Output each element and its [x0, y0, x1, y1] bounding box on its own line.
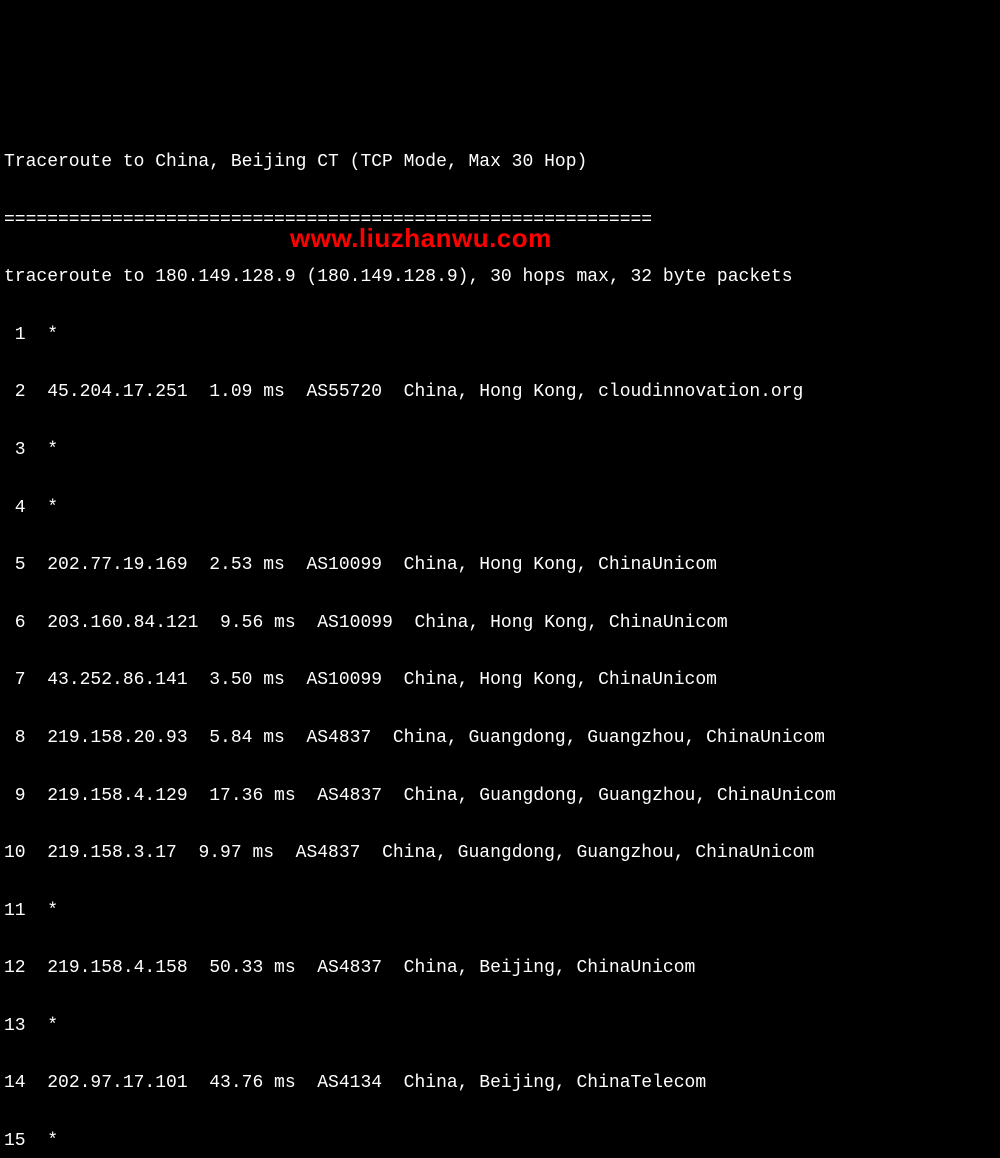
hop-row: 13 *	[4, 1012, 996, 1041]
hop-detail: *	[26, 498, 58, 518]
hop-row: 7 43.252.86.141 3.50 ms AS10099 China, H…	[4, 666, 996, 695]
hop-detail: 45.204.17.251 1.09 ms AS55720 China, Hon…	[26, 382, 804, 402]
hop-number: 12	[4, 958, 26, 978]
hop-detail: *	[26, 440, 58, 460]
hop-row: 1 *	[4, 321, 996, 350]
hop-number: 11	[4, 901, 26, 921]
hop-number: 2	[4, 382, 26, 402]
terminal-output: Traceroute to China, Beijing CT (TCP Mod…	[4, 119, 996, 1158]
hop-detail: *	[26, 1131, 58, 1151]
hop-number: 8	[4, 728, 26, 748]
hop-row: 11 *	[4, 897, 996, 926]
hop-detail: 202.77.19.169 2.53 ms AS10099 China, Hon…	[26, 555, 717, 575]
hop-detail: 43.252.86.141 3.50 ms AS10099 China, Hon…	[26, 670, 717, 690]
hop-row: 9 219.158.4.129 17.36 ms AS4837 China, G…	[4, 782, 996, 811]
hop-row: 14 202.97.17.101 43.76 ms AS4134 China, …	[4, 1069, 996, 1098]
hop-number: 10	[4, 843, 26, 863]
hop-row: 8 219.158.20.93 5.84 ms AS4837 China, Gu…	[4, 724, 996, 753]
hop-detail: *	[26, 1016, 58, 1036]
hop-row: 4 *	[4, 494, 996, 523]
hop-number: 14	[4, 1073, 26, 1093]
hop-detail: 219.158.3.17 9.97 ms AS4837 China, Guang…	[26, 843, 815, 863]
hop-number: 15	[4, 1131, 26, 1151]
hop-row: 5 202.77.19.169 2.53 ms AS10099 China, H…	[4, 551, 996, 580]
hop-row: 3 *	[4, 436, 996, 465]
hop-row: 12 219.158.4.158 50.33 ms AS4837 China, …	[4, 954, 996, 983]
hop-number: 13	[4, 1016, 26, 1036]
hop-detail: 202.97.17.101 43.76 ms AS4134 China, Bei…	[26, 1073, 707, 1093]
hop-detail: *	[26, 901, 58, 921]
hop-row: 2 45.204.17.251 1.09 ms AS55720 China, H…	[4, 378, 996, 407]
hop-number: 3	[4, 440, 26, 460]
hop-row: 6 203.160.84.121 9.56 ms AS10099 China, …	[4, 609, 996, 638]
hop-detail: 203.160.84.121 9.56 ms AS10099 China, Ho…	[26, 613, 728, 633]
hop-row: 15 *	[4, 1127, 996, 1156]
hop-row: 10 219.158.3.17 9.97 ms AS4837 China, Gu…	[4, 839, 996, 868]
hop-detail: 219.158.20.93 5.84 ms AS4837 China, Guan…	[26, 728, 825, 748]
hop-number: 4	[4, 498, 26, 518]
traceroute-cmdline: traceroute to 180.149.128.9 (180.149.128…	[4, 263, 996, 292]
hop-detail: *	[26, 325, 58, 345]
hop-detail: 219.158.4.129 17.36 ms AS4837 China, Gua…	[26, 786, 836, 806]
separator-line: ========================================…	[4, 206, 996, 235]
hop-number: 6	[4, 613, 26, 633]
traceroute-title: Traceroute to China, Beijing CT (TCP Mod…	[4, 148, 996, 177]
hop-number: 7	[4, 670, 26, 690]
hop-number: 5	[4, 555, 26, 575]
hop-number: 9	[4, 786, 26, 806]
hop-number: 1	[4, 325, 26, 345]
hop-detail: 219.158.4.158 50.33 ms AS4837 China, Bei…	[26, 958, 696, 978]
